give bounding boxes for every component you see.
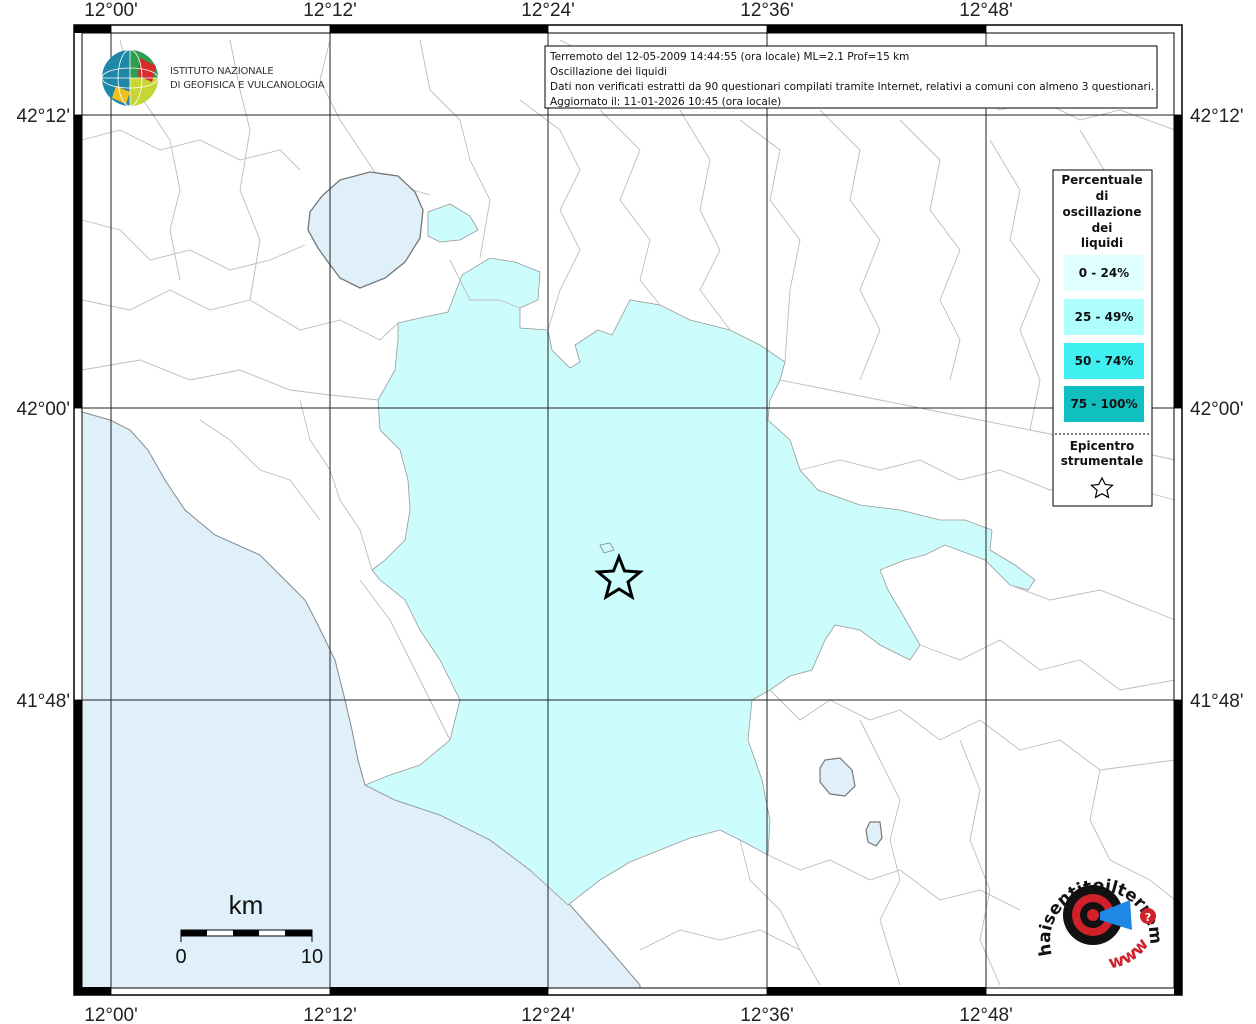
lat-label-left-3: 41°48' xyxy=(17,691,71,712)
lon-label-bottom-4: 12°36' xyxy=(740,1005,794,1024)
institute-name-line2: DI GEOFISICA E VULCANOLOGIA xyxy=(170,80,325,91)
lon-label-bottom-3: 12°24' xyxy=(521,1005,575,1024)
lon-label-bottom-2: 12°12' xyxy=(303,1005,357,1024)
lat-label-right-1: 42°12' xyxy=(1190,106,1244,127)
lat-label-right-3: 41°48' xyxy=(1190,691,1244,712)
lon-label-bottom-1: 12°00' xyxy=(84,1005,138,1024)
scale-min-label: 0 xyxy=(175,946,186,968)
lon-label-top-5: 12°48' xyxy=(959,0,1013,21)
event-info-box: Terremoto del 12-05-2009 14:44:55 (ora l… xyxy=(544,45,1158,109)
latitude-labels-left: 42°12' 42°00' 41°48' xyxy=(17,106,71,712)
latitude-labels-right: 42°12' 42°00' 41°48' xyxy=(1190,106,1244,712)
scale-max-label: 10 xyxy=(301,946,323,968)
legend-label-75-100: 75 - 100% xyxy=(1070,397,1137,411)
legend-epicenter-line1: Epicentro xyxy=(1070,439,1135,453)
longitude-labels-top: 12°00' 12°12' 12°24' 12°36' 12°48' xyxy=(84,0,1013,21)
legend-label-50-74: 50 - 74% xyxy=(1075,354,1134,368)
data-disclaimer: Dati non verificati estratti da 90 quest… xyxy=(550,81,1154,93)
legend-label-25-49: 25 - 49% xyxy=(1075,310,1134,324)
legend-title-4: dei xyxy=(1092,221,1113,235)
scale-unit: km xyxy=(229,890,264,920)
legend-title-3: oscillazione xyxy=(1063,205,1142,219)
update-timestamp: Aggiornato il: 11-01-2026 10:45 (ora loc… xyxy=(550,96,781,108)
lat-label-left-1: 42°12' xyxy=(17,106,71,127)
legend-label-0-24: 0 - 24% xyxy=(1079,266,1129,280)
event-title: Terremoto del 12-05-2009 14:44:55 (ora l… xyxy=(549,51,909,63)
legend-epicenter-line2: strumentale xyxy=(1061,454,1144,468)
lon-label-top-4: 12°36' xyxy=(740,0,794,21)
lat-label-right-2: 42°00' xyxy=(1190,399,1244,420)
legend-title-5: liquidi xyxy=(1081,236,1123,250)
map-parameter: Oscillazione dei liquidi xyxy=(550,66,667,78)
lon-label-top-3: 12°24' xyxy=(521,0,575,21)
lon-label-top-1: 12°00' xyxy=(84,0,138,21)
intensity-map: 12°00' 12°12' 12°24' 12°36' 12°48' 12°00… xyxy=(0,0,1244,1024)
legend-title-2: di xyxy=(1096,189,1109,203)
institute-name-line1: ISTITUTO NAZIONALE xyxy=(170,66,274,77)
svg-text:?: ? xyxy=(1145,911,1151,924)
lon-label-top-2: 12°12' xyxy=(303,0,357,21)
lon-label-bottom-5: 12°48' xyxy=(959,1005,1013,1024)
legend: Percentuale di oscillazione dei liquidi … xyxy=(1052,169,1153,507)
longitude-labels-bottom: 12°00' 12°12' 12°24' 12°36' 12°48' xyxy=(84,1005,1013,1024)
lat-label-left-2: 42°00' xyxy=(17,399,71,420)
legend-title-1: Percentuale xyxy=(1061,173,1142,187)
